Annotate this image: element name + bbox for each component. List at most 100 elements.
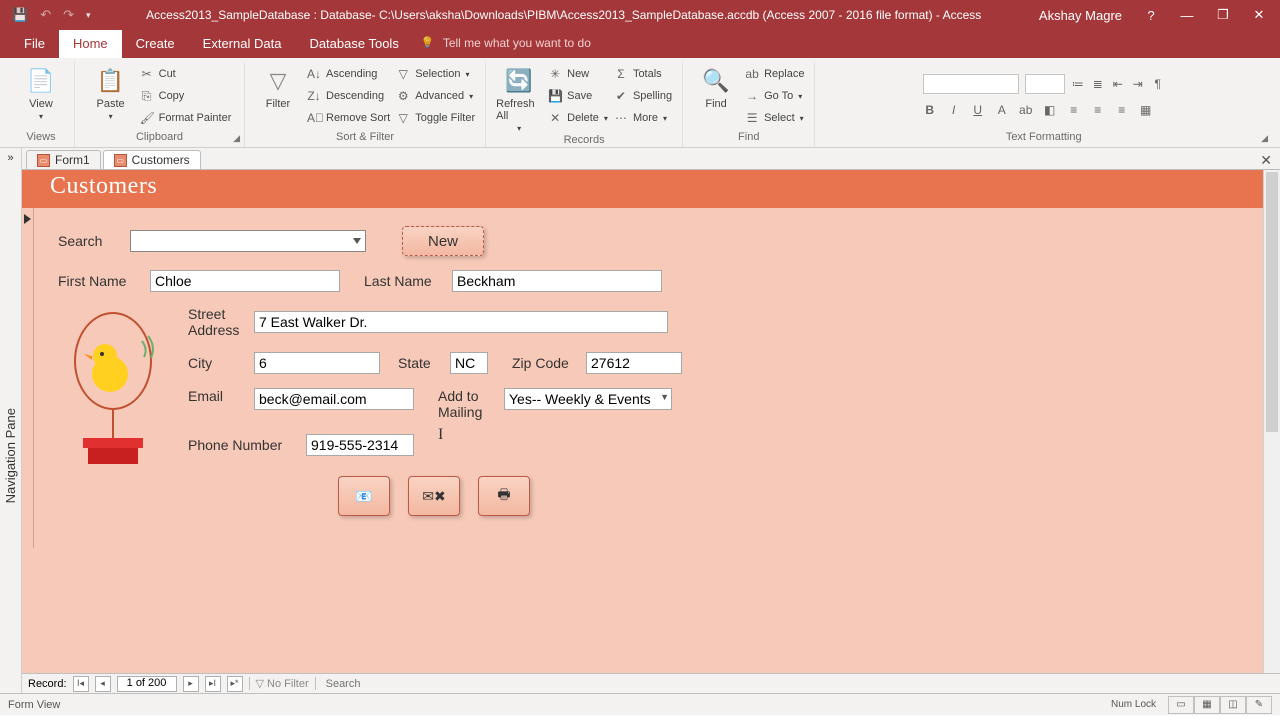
filter-button[interactable]: ▽Filter (255, 64, 301, 110)
close-icon[interactable]: ✕ (1252, 7, 1266, 23)
tell-me[interactable]: Tell me what you want to do (413, 30, 601, 58)
bold-icon[interactable]: B (923, 103, 937, 117)
font-size-combo[interactable] (1025, 74, 1065, 94)
paste-button[interactable]: 📋Paste▾ (88, 64, 134, 121)
first-record-button[interactable]: I◂ (73, 676, 89, 692)
tab-file[interactable]: File (10, 30, 59, 58)
form-action-button-2[interactable]: ✉✖ (408, 476, 460, 516)
street-field[interactable] (254, 311, 668, 333)
record-label: Record: (28, 678, 67, 690)
remove-sort-button[interactable]: A⃠Remove Sort (307, 108, 390, 128)
selection-button[interactable]: ▽Selection▾ (396, 64, 475, 84)
tab-create[interactable]: Create (122, 30, 189, 58)
navigation-pane-collapsed[interactable]: » Navigation Pane (0, 148, 22, 693)
numbering-icon[interactable]: ≣ (1091, 77, 1105, 91)
totals-button[interactable]: ΣTotals (614, 64, 672, 84)
save-record-button[interactable]: 💾Save (548, 86, 608, 106)
user-name[interactable]: Akshay Magre (1039, 8, 1122, 23)
first-name-field[interactable] (150, 270, 340, 292)
highlight-icon[interactable]: ab (1019, 103, 1033, 117)
bullets-icon[interactable]: ≔ (1071, 77, 1085, 91)
city-field[interactable] (254, 352, 380, 374)
font-combo[interactable] (923, 74, 1019, 94)
customer-image (58, 306, 168, 476)
tab-database-tools[interactable]: Database Tools (295, 30, 412, 58)
record-search-input[interactable] (322, 678, 622, 690)
form-action-button-1[interactable]: 📧 (338, 476, 390, 516)
save-icon[interactable]: 💾 (12, 7, 28, 23)
minimize-icon[interactable]: — (1180, 8, 1194, 23)
form-view-button[interactable]: ▭ (1168, 696, 1194, 714)
descending-button[interactable]: Z↓Descending (307, 86, 390, 106)
new-record-nav-button[interactable]: ▸* (227, 676, 243, 692)
copy-button[interactable]: ⎘Copy (140, 86, 232, 106)
new-record-button[interactable]: ✳New (548, 64, 608, 84)
prev-record-button[interactable]: ◂ (95, 676, 111, 692)
state-field[interactable] (450, 352, 488, 374)
mailing-label: Add to Mailing (438, 388, 494, 420)
mailing-combo[interactable] (504, 388, 672, 410)
underline-icon[interactable]: U (971, 103, 985, 117)
layout-view-button[interactable]: ◫ (1220, 696, 1246, 714)
ribbon: 📄View▾ Views 📋Paste▾ ✂Cut ⎘Copy 🖌Format … (0, 58, 1280, 148)
datasheet-view-button[interactable]: ▦ (1194, 696, 1220, 714)
state-label: State (398, 355, 440, 371)
record-position[interactable]: 1 of 200 (117, 676, 177, 692)
help-icon[interactable]: ? (1144, 8, 1158, 23)
align-left-icon[interactable]: ≡ (1067, 103, 1081, 117)
text-dir-icon[interactable]: ¶ (1151, 77, 1165, 91)
record-selector[interactable] (22, 208, 34, 548)
refresh-all-button[interactable]: 🔄Refresh All▾ (496, 64, 542, 133)
form-action-button-3[interactable]: 🖶 (478, 476, 530, 516)
redo-icon[interactable]: ↷ (63, 7, 74, 23)
format-painter-button[interactable]: 🖌Format Painter (140, 108, 232, 128)
select-button[interactable]: ☰Select▾ (745, 108, 804, 128)
design-view-button[interactable]: ✎ (1246, 696, 1272, 714)
indent-inc-icon[interactable]: ⇥ (1131, 77, 1145, 91)
zip-label: Zip Code (512, 355, 576, 371)
maximize-icon[interactable]: ❐ (1216, 7, 1230, 23)
toggle-filter-button[interactable]: ▽Toggle Filter (396, 108, 475, 128)
cut-button[interactable]: ✂Cut (140, 64, 232, 84)
goto-button[interactable]: →Go To▾ (745, 86, 804, 106)
phone-field[interactable] (306, 434, 414, 456)
clipboard-launcher-icon[interactable]: ◢ (233, 133, 240, 144)
ascending-button[interactable]: A↓Ascending (307, 64, 390, 84)
last-name-field[interactable] (452, 270, 662, 292)
tab-external-data[interactable]: External Data (189, 30, 296, 58)
gridlines-icon[interactable]: ▦ (1139, 103, 1153, 117)
italic-icon[interactable]: I (947, 103, 961, 117)
form-body: Customers Search New First Name (22, 170, 1263, 673)
vertical-scrollbar[interactable] (1263, 170, 1280, 673)
align-center-icon[interactable]: ≡ (1091, 103, 1105, 117)
new-record-form-button[interactable]: New (402, 226, 484, 256)
spelling-button[interactable]: ✔Spelling (614, 86, 672, 106)
next-record-button[interactable]: ▸ (183, 676, 199, 692)
city-label: City (188, 355, 244, 371)
undo-icon[interactable]: ↶ (40, 7, 51, 23)
indent-dec-icon[interactable]: ⇤ (1111, 77, 1125, 91)
replace-button[interactable]: abReplace (745, 64, 804, 84)
expand-nav-icon[interactable]: » (0, 148, 21, 168)
align-right-icon[interactable]: ≡ (1115, 103, 1129, 117)
group-views-label: Views (18, 129, 64, 147)
advanced-button[interactable]: ⚙Advanced▾ (396, 86, 475, 106)
tab-home[interactable]: Home (59, 30, 122, 58)
filter-status[interactable]: ▽ No Filter (249, 677, 316, 690)
font-color-icon[interactable]: A (995, 103, 1009, 117)
doctab-form1[interactable]: ▭Form1 (26, 150, 101, 169)
zip-field[interactable] (586, 352, 682, 374)
close-tab-icon[interactable]: ✕ (1252, 152, 1280, 169)
fill-icon[interactable]: ◧ (1043, 103, 1057, 117)
find-button[interactable]: 🔍Find (693, 64, 739, 110)
chevron-down-icon[interactable]: ▼ (660, 392, 669, 402)
last-record-button[interactable]: ▸I (205, 676, 221, 692)
search-combo[interactable] (130, 230, 366, 252)
qat-more-icon[interactable]: ▾ (86, 10, 91, 21)
more-button[interactable]: ⋯More▾ (614, 108, 672, 128)
textfmt-launcher-icon[interactable]: ◢ (1261, 133, 1268, 144)
view-button[interactable]: 📄View▾ (18, 64, 64, 121)
email-field[interactable] (254, 388, 414, 410)
doctab-customers[interactable]: ▭Customers (103, 150, 201, 169)
delete-button[interactable]: ✕Delete▾ (548, 108, 608, 128)
